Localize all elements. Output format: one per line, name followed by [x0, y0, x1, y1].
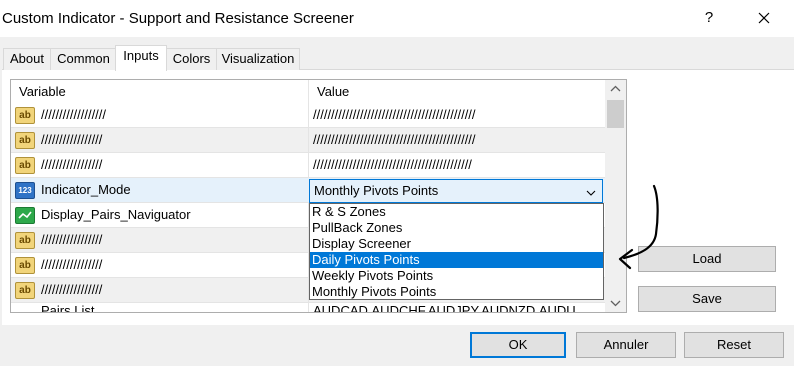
- reset-button[interactable]: Reset: [684, 332, 784, 358]
- variable-value[interactable]: ////////////////////////////////////////…: [313, 153, 472, 177]
- column-header-variable[interactable]: Variable: [11, 80, 308, 103]
- indicator-mode-select[interactable]: Monthly Pivots Points: [309, 179, 603, 203]
- select-value: Monthly Pivots Points: [314, 183, 439, 198]
- grid-header: Variable Value: [11, 80, 605, 103]
- text-ab-icon: ab: [15, 132, 35, 149]
- variable-name: Display_Pairs_Naviguator: [41, 207, 191, 222]
- help-button[interactable]: ?: [698, 6, 720, 30]
- dropdown-option[interactable]: Display Screener: [310, 236, 603, 252]
- close-icon[interactable]: [752, 6, 776, 30]
- cell-divider: [308, 303, 309, 312]
- title-bar: Custom Indicator - Support and Resistanc…: [0, 0, 794, 37]
- save-button[interactable]: Save: [638, 286, 776, 312]
- ok-button[interactable]: OK: [470, 332, 566, 358]
- variable-name: /////////////////: [41, 232, 103, 247]
- dropdown-option[interactable]: PullBack Zones: [310, 220, 603, 236]
- text-ab-icon: ab: [15, 282, 35, 299]
- variable-value[interactable]: ////////////////////////////////////////…: [313, 103, 476, 127]
- table-row[interactable]: ab ///////////////// ///////////////////…: [11, 153, 605, 178]
- table-row[interactable]: ab ////////////////// //////////////////…: [11, 103, 605, 128]
- cell-divider: [308, 103, 309, 128]
- variable-name: /////////////////: [41, 132, 103, 147]
- scrollbar-thumb[interactable]: [607, 100, 624, 128]
- text-ab-icon: ab: [15, 107, 35, 124]
- variable-name: Indicator_Mode: [41, 182, 131, 197]
- variable-name: /////////////////: [41, 157, 103, 172]
- tab-colors[interactable]: Colors: [166, 48, 217, 70]
- cancel-button[interactable]: Annuler: [576, 332, 676, 358]
- text-ab-icon: ab: [15, 232, 35, 249]
- dropdown-option[interactable]: R & S Zones: [310, 204, 603, 220]
- table-row[interactable]: ab ///////////////// ///////////////////…: [11, 128, 605, 153]
- tab-visualization[interactable]: Visualization: [216, 48, 300, 70]
- tab-about[interactable]: About: [3, 48, 51, 70]
- variable-value[interactable]: AUDCAD,AUDCHF,AUDJPY,AUDNZD,AUDU: [313, 299, 576, 312]
- variable-name: /////////////////: [41, 257, 103, 272]
- chevron-down-icon[interactable]: [586, 186, 596, 196]
- tab-common[interactable]: Common: [50, 48, 117, 70]
- cell-divider: [308, 128, 309, 153]
- hand-drawn-arrow-icon: [606, 182, 666, 277]
- window-title: Custom Indicator - Support and Resistanc…: [2, 10, 354, 27]
- integer-123-icon: 123: [15, 182, 35, 199]
- cell-divider: [308, 153, 309, 178]
- dropdown-option-highlighted[interactable]: Daily Pivots Points: [310, 252, 603, 268]
- bool-icon: [15, 207, 35, 224]
- text-ab-icon: ab: [15, 257, 35, 274]
- column-header-value[interactable]: Value: [309, 80, 605, 103]
- variable-name: //////////////////: [41, 107, 107, 122]
- variable-value[interactable]: ////////////////////////////////////////…: [313, 128, 476, 152]
- table-row-partial[interactable]: Pairs List AUDCAD,AUDCHF,AUDJPY,AUDNZD,A…: [11, 303, 605, 312]
- scroll-up-arrow-icon[interactable]: [605, 80, 626, 98]
- text-ab-icon: ab: [15, 157, 35, 174]
- dropdown-option[interactable]: Weekly Pivots Points: [310, 268, 603, 284]
- indicator-mode-dropdown-list[interactable]: R & S Zones PullBack Zones Display Scree…: [309, 203, 604, 300]
- tab-inputs[interactable]: Inputs: [115, 45, 167, 71]
- scroll-down-arrow-icon[interactable]: [605, 294, 626, 312]
- variable-name: Pairs List: [41, 303, 95, 313]
- dropdown-option[interactable]: Monthly Pivots Points: [310, 284, 603, 300]
